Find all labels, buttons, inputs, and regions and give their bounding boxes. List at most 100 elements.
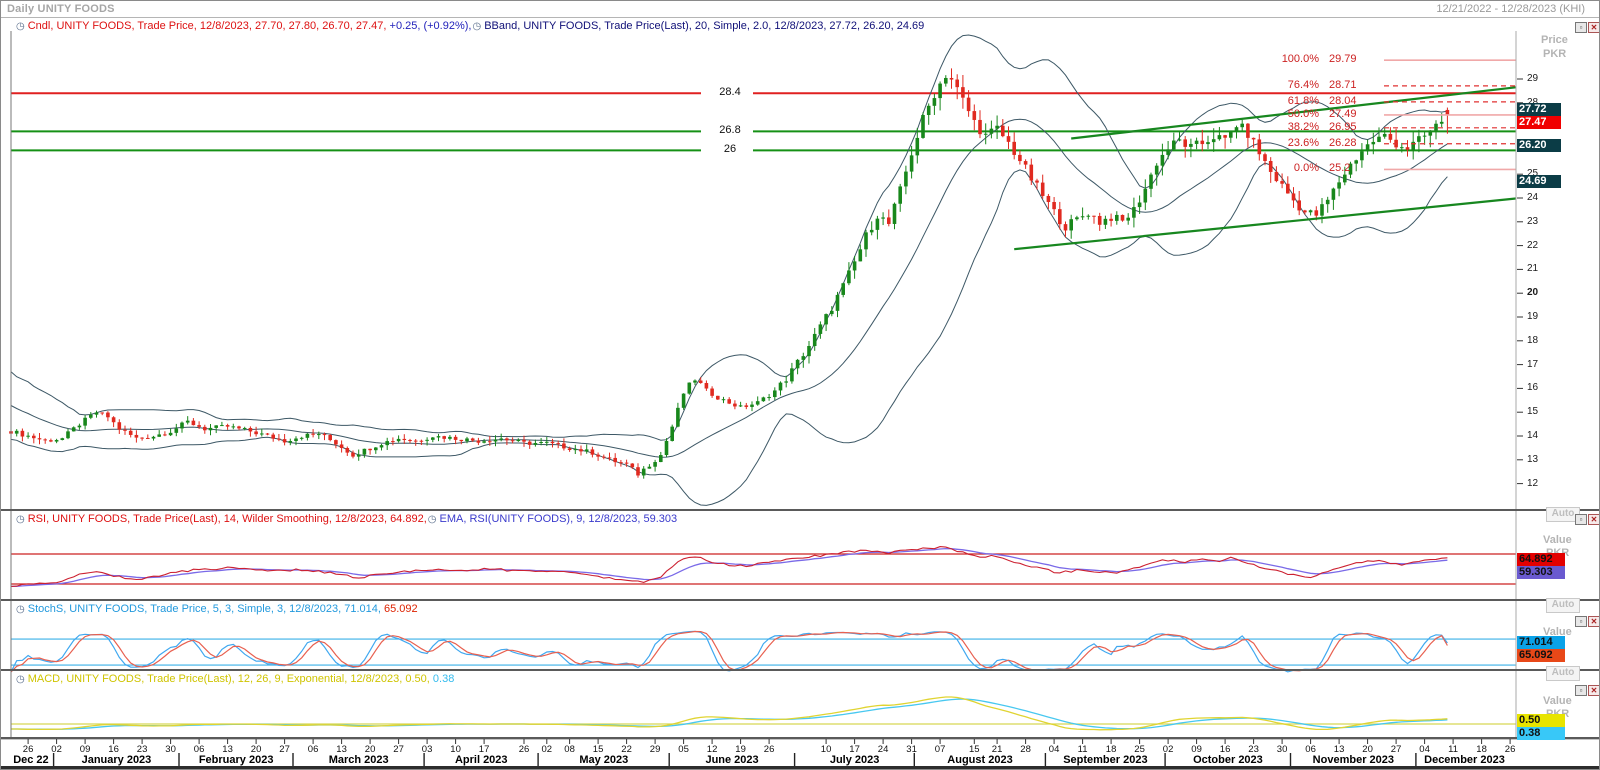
fib-price: 25.2 xyxy=(1329,162,1375,174)
candle-down xyxy=(596,455,600,457)
candle-up xyxy=(796,360,800,368)
candle-up xyxy=(294,439,298,441)
candle-up xyxy=(1155,166,1159,175)
month-label: July 2023 xyxy=(830,754,880,766)
price-tick-label: 23 xyxy=(1527,216,1538,227)
macd-restore-button[interactable]: ▫ xyxy=(1575,685,1587,696)
macd-axis-title: Value xyxy=(1543,695,1572,707)
candle-up xyxy=(1337,182,1341,188)
candle-down xyxy=(1223,135,1227,138)
rsi-legend[interactable]: ◷RSI, UNITY FOODS, Trade Price(Last), 14… xyxy=(15,513,677,525)
date-tick-label: 02 xyxy=(542,744,553,755)
rsi-close-icon[interactable]: ✕ xyxy=(1588,514,1600,525)
candle-up xyxy=(300,438,304,439)
candle-down xyxy=(249,428,253,431)
candle-up xyxy=(289,441,293,442)
candle-down xyxy=(351,453,355,457)
stoch-close-icon[interactable]: ✕ xyxy=(1588,616,1600,627)
separator-main-rsi[interactable] xyxy=(1,509,1600,511)
stoch-restore-button[interactable]: ▫ xyxy=(1575,616,1587,627)
stoch-legend[interactable]: ◷StochS, UNITY FOODS, Trade Price, 5, 3,… xyxy=(15,603,418,615)
price-tick-label: 21 xyxy=(1527,263,1538,274)
candle-down xyxy=(32,436,36,438)
candle-down xyxy=(454,437,458,440)
price-value-box: 27.47 xyxy=(1517,116,1561,129)
indicator-collapse-icon[interactable]: ◷ xyxy=(16,514,25,525)
candle-down xyxy=(1252,138,1256,140)
candle-down xyxy=(1303,210,1307,212)
rsi-auto-button[interactable]: Auto xyxy=(1546,598,1580,613)
indicator-collapse-icon[interactable]: ◷ xyxy=(472,21,481,32)
bollinger-lower-band xyxy=(11,163,1447,505)
candle-down xyxy=(733,404,737,407)
separator-rsi-stoch[interactable] xyxy=(1,599,1600,601)
candle-down xyxy=(403,439,407,440)
legend-text: StochS, UNITY FOODS, Trade Price, 5, 3, … xyxy=(28,603,381,615)
date-tick-label: 29 xyxy=(650,744,661,755)
candle-up xyxy=(1377,137,1381,142)
candle-up xyxy=(995,126,999,129)
rsi-restore-button[interactable]: ▫ xyxy=(1575,514,1587,525)
macd-legend[interactable]: ◷MACD, UNITY FOODS, Trade Price(Last), 1… xyxy=(15,673,454,685)
candle-down xyxy=(1052,202,1056,209)
candle-up xyxy=(380,445,384,447)
candle-down xyxy=(710,389,714,396)
candle-down xyxy=(1012,142,1016,155)
candle-up xyxy=(1069,219,1073,230)
candle-down xyxy=(118,422,122,429)
candle-up xyxy=(933,98,937,106)
candle-down xyxy=(579,449,583,451)
candle-up xyxy=(984,134,988,135)
candle-down xyxy=(727,399,731,403)
candle-up xyxy=(1115,215,1119,221)
candle-down xyxy=(1121,215,1125,221)
candle-down xyxy=(1201,141,1205,144)
separator-stoch-macd[interactable] xyxy=(1,669,1600,671)
candle-down xyxy=(613,458,617,462)
macd-close-icon[interactable]: ✕ xyxy=(1588,685,1600,696)
fib-label: 76.4%28.71 xyxy=(1269,79,1375,91)
candle-up xyxy=(220,425,224,426)
candle-up xyxy=(1087,216,1091,217)
trendline[interactable] xyxy=(1014,198,1516,249)
fib-label: 23.6%26.28 xyxy=(1269,137,1375,149)
candle-up xyxy=(859,249,863,261)
candle-up xyxy=(363,449,367,455)
fib-percent: 100.0% xyxy=(1269,53,1319,65)
candle-up xyxy=(665,441,669,455)
date-tick-label: 26 xyxy=(519,744,530,755)
candle-up xyxy=(437,436,441,437)
stoch-auto-button[interactable]: Auto xyxy=(1546,666,1580,681)
candle-down xyxy=(887,217,891,224)
candle-up xyxy=(385,441,389,445)
candle-up xyxy=(95,412,99,414)
separator-macd-axis[interactable] xyxy=(1,737,1600,739)
candle-up xyxy=(1429,130,1433,135)
candle-up xyxy=(676,408,680,427)
main-legend[interactable]: ◷Cndl, UNITY FOODS, Trade Price, 12/8/20… xyxy=(15,20,924,32)
main-restore-button[interactable]: ▫ xyxy=(1575,22,1587,33)
candle-down xyxy=(1001,126,1005,136)
candle-down xyxy=(1246,124,1250,138)
date-tick-label: 26 xyxy=(764,744,775,755)
candle-up xyxy=(317,434,321,435)
main-close-icon[interactable]: ✕ xyxy=(1588,22,1600,33)
candle-up xyxy=(653,462,657,467)
indicator-collapse-icon[interactable]: ◷ xyxy=(16,674,25,685)
candle-down xyxy=(254,431,258,434)
indicator-collapse-icon[interactable]: ◷ xyxy=(428,514,437,525)
indicator-collapse-icon[interactable]: ◷ xyxy=(16,21,25,32)
candle-down xyxy=(967,98,971,111)
candle-down xyxy=(283,439,287,442)
candle-down xyxy=(1092,216,1096,217)
candle-down xyxy=(442,436,446,439)
candle-down xyxy=(631,464,635,468)
candle-down xyxy=(1315,210,1319,215)
fib-percent: 23.6% xyxy=(1269,137,1319,149)
indicator-collapse-icon[interactable]: ◷ xyxy=(16,604,25,615)
candle-down xyxy=(950,78,954,80)
candle-up xyxy=(881,217,885,218)
date-tick-label: 26 xyxy=(1505,744,1516,755)
month-label: September 2023 xyxy=(1063,754,1147,766)
candle-up xyxy=(1189,144,1193,147)
